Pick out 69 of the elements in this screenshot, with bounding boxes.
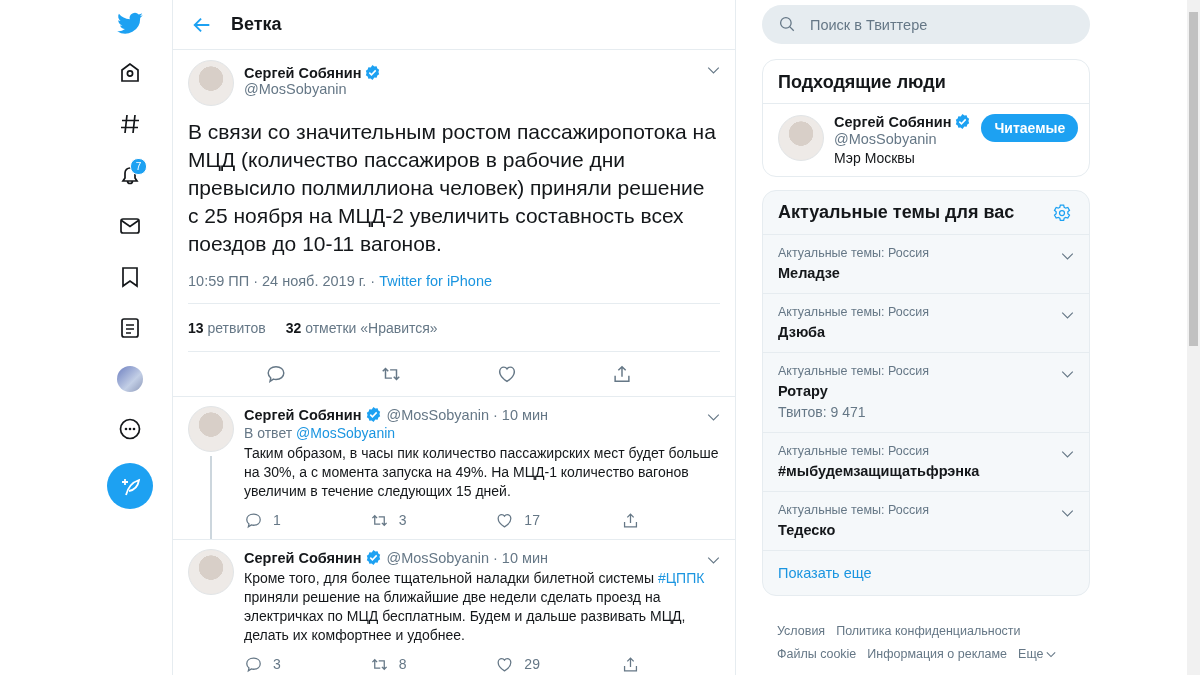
source-link[interactable]: Twitter for iPhone xyxy=(379,273,493,289)
retweet-count: 3 xyxy=(398,512,407,528)
tweet-time: · 10 мин xyxy=(493,549,549,566)
like-count: 29 xyxy=(524,656,540,672)
author-name[interactable]: Сергей Собянин xyxy=(244,549,362,566)
person-bio: Мэр Москвы xyxy=(834,150,916,166)
person-name[interactable]: Сергей Собянин xyxy=(834,113,952,130)
card-title: Подходящие люди xyxy=(763,60,1089,104)
footer-link[interactable]: Файлы cookie xyxy=(777,647,857,661)
following-button[interactable]: Читаемые xyxy=(981,114,1079,142)
stat-count[interactable]: 32 отметки «Нравится» xyxy=(285,319,438,336)
share-icon[interactable] xyxy=(621,654,640,674)
tweet-text: В связи со значительным ростом пассажиропотока на МЦД (количество пассажиров в рабочие дни превысило полмиллиона человек) приняли решение с 25 ноября на МЦД-2 увеличить составность всех поездов до 10-11 вагонов. xyxy=(188,119,717,257)
tweet-count: Твитов: 9 471 xyxy=(778,404,867,420)
trend-context: Актуальные темы: Россия xyxy=(778,305,930,319)
tweet-text: Таким образом, в часы пик количество пассажирских мест будет больше на 30%, а с момента запуска на 49%. На МЦД-1 количество вагонов увеличим в течение следующих 15 дней. xyxy=(244,444,720,501)
card-title: Актуальные темы для вас xyxy=(778,202,1015,223)
chevron-down-icon[interactable] xyxy=(1061,252,1074,261)
more-menu-link[interactable]: Еще xyxy=(1018,647,1056,661)
search-field[interactable]: Поиск в Твиттере xyxy=(762,5,1090,44)
footer-link[interactable]: Политика конфиденциальности xyxy=(836,624,1021,638)
trend-name[interactable]: Ротару xyxy=(778,383,930,399)
trend-name[interactable]: Дзюба xyxy=(778,324,930,340)
author-handle[interactable]: @MosSobyanin xyxy=(386,549,489,566)
trend-context: Актуальные темы: Россия xyxy=(778,246,930,260)
show-more-link[interactable]: Показать еще xyxy=(763,551,1089,595)
caret-icon xyxy=(1045,650,1056,658)
notification-badge: 7 xyxy=(130,158,147,175)
chevron-down-icon[interactable] xyxy=(707,66,720,75)
home-icon[interactable] xyxy=(118,61,142,85)
hashtag-icon[interactable] xyxy=(118,112,142,136)
page-title: Ветка xyxy=(231,14,282,35)
author-handle[interactable]: @MosSobyanin xyxy=(244,81,697,97)
chevron-down-icon[interactable] xyxy=(707,556,720,565)
footer-link[interactable]: Информация о рекламе xyxy=(867,647,1008,661)
reply-count: 3 xyxy=(273,656,281,672)
chevron-down-icon[interactable] xyxy=(707,413,720,422)
author-name[interactable]: Сергей Собянин xyxy=(244,64,362,81)
tweet-text: Кроме того, для более тщательной наладки билетной системы #ЦППК приняли решение на ближайшие две недели сделать проезд на электричках по МЦД бесплатным. Будем и дальше развивать МЦД, делать их комфортнее и удобнее. xyxy=(244,569,706,645)
reply-count: 1 xyxy=(273,512,281,528)
trend-name[interactable]: Тедеско xyxy=(778,522,930,538)
stat-count[interactable]: 13 ретвитов xyxy=(188,319,266,336)
settings-icon[interactable] xyxy=(1052,202,1072,223)
trend-context: Актуальные темы: Россия xyxy=(778,444,931,458)
share-icon[interactable] xyxy=(621,510,640,530)
more-icon[interactable] xyxy=(118,417,142,441)
trend-context: Актуальные темы: Россия xyxy=(778,503,930,517)
footer-link[interactable]: Условия xyxy=(777,624,826,638)
trend-name[interactable]: Меладзе xyxy=(778,265,930,281)
retweet-count: 8 xyxy=(398,656,407,672)
mention-link[interactable]: @MosSobyanin xyxy=(296,425,396,441)
reply-label: В ответ xyxy=(244,425,293,441)
compose-tweet-button[interactable] xyxy=(107,463,153,509)
scrollbar[interactable] xyxy=(1187,0,1200,675)
profile-avatar[interactable] xyxy=(117,366,143,392)
list-icon[interactable] xyxy=(118,316,142,340)
author-handle[interactable]: @MosSobyanin xyxy=(386,406,489,423)
trend-name[interactable]: #мыбудемзащищатьфрэнка xyxy=(778,463,980,479)
chevron-down-icon[interactable] xyxy=(1061,311,1074,320)
tweet-time: · 10 мин xyxy=(493,406,549,423)
author-name[interactable]: Сергей Собянин xyxy=(244,406,362,423)
chevron-down-icon[interactable] xyxy=(1061,450,1074,459)
like-count: 17 xyxy=(524,512,540,528)
chevron-down-icon[interactable] xyxy=(1061,370,1074,379)
person-handle[interactable]: @MosSobyanin xyxy=(834,131,972,147)
chevron-down-icon[interactable] xyxy=(1061,509,1074,518)
hashtag-link[interactable]: #ЦППК xyxy=(657,570,705,586)
tweet-timestamp: 10:59 ПП · 24 нояб. 2019 г. · xyxy=(188,273,376,289)
trend-context: Актуальные темы: Россия xyxy=(778,364,930,378)
